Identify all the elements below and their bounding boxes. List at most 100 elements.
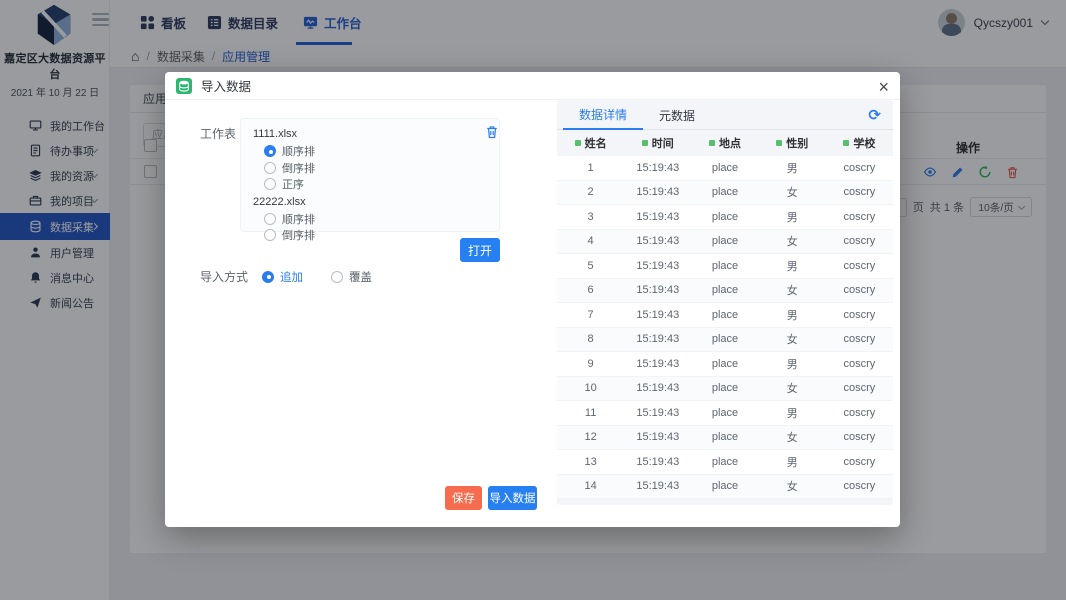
green-marker-icon <box>641 140 648 146</box>
modal-title: 导入数据 <box>201 80 252 94</box>
delete-worksheet-trash-icon[interactable] <box>485 125 548 139</box>
table-row: 3 15:19:43 place 男 coscry <box>557 205 893 230</box>
table-cell: 1 <box>587 161 594 174</box>
tab-data-details[interactable]: 数据详情 <box>563 100 644 130</box>
table-cell: 15:19:43 <box>636 431 680 444</box>
table-cell: 2 <box>587 186 594 199</box>
radio-icon[interactable] <box>331 270 344 283</box>
tab-metadata[interactable]: 元数据 <box>643 100 711 130</box>
table-cell: 11 <box>584 406 597 419</box>
table-cell: coscry <box>843 357 876 370</box>
table-cell: place <box>711 357 739 370</box>
table-cell: coscry <box>843 308 876 321</box>
sort-option[interactable]: 顺序排 <box>264 211 499 228</box>
table-cell: place <box>711 210 739 223</box>
table-cell: 男 <box>786 456 798 469</box>
table-cell: 15:19:43 <box>636 235 680 248</box>
table-cell: 13 <box>584 455 597 468</box>
table-row: 2 15:19:43 place 女 coscry <box>557 180 893 205</box>
table-cell: coscry <box>843 259 876 272</box>
table-cell: 9 <box>587 357 594 370</box>
table-cell: 5 <box>587 259 594 272</box>
table-cell: 7 <box>587 308 594 321</box>
green-marker-icon <box>843 140 850 146</box>
table-cell: 男 <box>786 162 798 175</box>
table-row: 6 15:19:43 place 女 coscry <box>557 278 893 303</box>
table-cell: 10 <box>584 382 597 395</box>
table-cell: 15:19:43 <box>636 333 680 346</box>
column-header: 地点 <box>691 130 758 156</box>
table-cell: coscry <box>843 382 876 395</box>
sort-option[interactable]: 倒序排 <box>264 160 499 177</box>
table-row: 7 15:19:43 place 男 coscry <box>557 303 893 328</box>
table-cell: coscry <box>843 235 876 248</box>
radio-icon[interactable] <box>264 145 276 158</box>
table-cell: 女 <box>786 383 798 396</box>
table-row: 13 15:19:43 place 男 coscry <box>557 450 893 475</box>
radio-icon[interactable] <box>264 212 276 225</box>
radio-icon[interactable] <box>264 229 276 242</box>
table-cell: place <box>711 382 739 395</box>
save-button[interactable]: 保存 <box>445 486 482 510</box>
table-cell: 男 <box>786 211 798 224</box>
table-cell: place <box>711 431 739 444</box>
table-cell: place <box>711 455 739 468</box>
import-mode-label: 导入方式 <box>200 270 249 284</box>
mode-append-radio[interactable]: 追加 <box>262 269 303 285</box>
column-header: 学校 <box>826 130 893 156</box>
table-cell: 女 <box>786 432 798 445</box>
column-header: 姓名 <box>557 130 624 156</box>
table-cell: place <box>711 186 739 199</box>
table-cell: 12 <box>584 431 597 444</box>
radio-icon[interactable] <box>262 270 275 283</box>
table-cell: 男 <box>786 407 798 420</box>
worksheet-box: 1111.xlsx 顺序排 倒序排 正序 22222.xlsx 顺序排 倒序排 <box>240 118 500 242</box>
refresh-icon[interactable]: ⟳ <box>868 106 881 124</box>
table-cell: 女 <box>786 236 798 249</box>
file-name: 1111.xlsx <box>253 128 298 140</box>
table-cell: place <box>711 235 739 248</box>
table-cell: 15:19:43 <box>636 357 680 370</box>
table-row: 12 15:19:43 place 女 coscry <box>557 425 893 450</box>
column-header: 时间 <box>624 130 691 156</box>
modal-header: 导入数据 × <box>165 72 900 100</box>
open-button[interactable]: 打开 <box>460 238 500 262</box>
table-cell: 男 <box>786 260 798 273</box>
table-cell: place <box>711 161 739 174</box>
sort-option[interactable]: 顺序排 <box>264 143 499 160</box>
table-cell: 15:19:43 <box>636 161 680 174</box>
radio-icon[interactable] <box>264 161 276 174</box>
table-cell: place <box>711 480 739 493</box>
table-cell: coscry <box>843 161 876 174</box>
table-row: 1 15:19:43 place 男 coscry <box>557 156 893 181</box>
import-data-button[interactable]: 导入数据 <box>488 486 537 510</box>
table-cell: 15:19:43 <box>636 406 680 419</box>
table-cell: 3 <box>587 210 594 223</box>
table-cell: coscry <box>843 186 876 199</box>
table-cell: place <box>711 406 739 419</box>
table-cell: coscry <box>843 480 876 493</box>
table-cell: 14 <box>584 480 597 493</box>
table-cell: place <box>711 284 739 297</box>
close-icon[interactable]: × <box>878 74 889 100</box>
table-cell: 15:19:43 <box>636 382 680 395</box>
table-cell: coscry <box>843 455 876 468</box>
radio-icon[interactable] <box>264 178 276 191</box>
table-row: 10 15:19:43 place 女 coscry <box>557 376 893 401</box>
worksheet-label: 工作表 <box>200 127 237 141</box>
modal-left-pane: 工作表 1111.xlsx 顺序排 倒序排 正序 22222.xlsx 顺序排 … <box>165 100 557 527</box>
table-cell: 15:19:43 <box>636 259 680 272</box>
mode-overwrite-radio[interactable]: 覆盖 <box>331 269 372 285</box>
table-cell: 15:19:43 <box>636 284 680 297</box>
table-cell: 男 <box>786 358 798 371</box>
table-cell: 15:19:43 <box>636 480 680 493</box>
table-cell: coscry <box>843 431 876 444</box>
table-cell: 15:19:43 <box>636 455 680 468</box>
table-cell: 4 <box>587 235 594 248</box>
detail-tabs: 数据详情 元数据 ⟳ <box>557 100 893 130</box>
table-row: 8 15:19:43 place 女 coscry <box>557 327 893 352</box>
table-row: 5 15:19:43 place 男 coscry <box>557 254 893 279</box>
column-header: 性别 <box>759 130 826 156</box>
table-cell: place <box>711 333 739 346</box>
sort-option[interactable]: 正序 <box>264 176 499 193</box>
